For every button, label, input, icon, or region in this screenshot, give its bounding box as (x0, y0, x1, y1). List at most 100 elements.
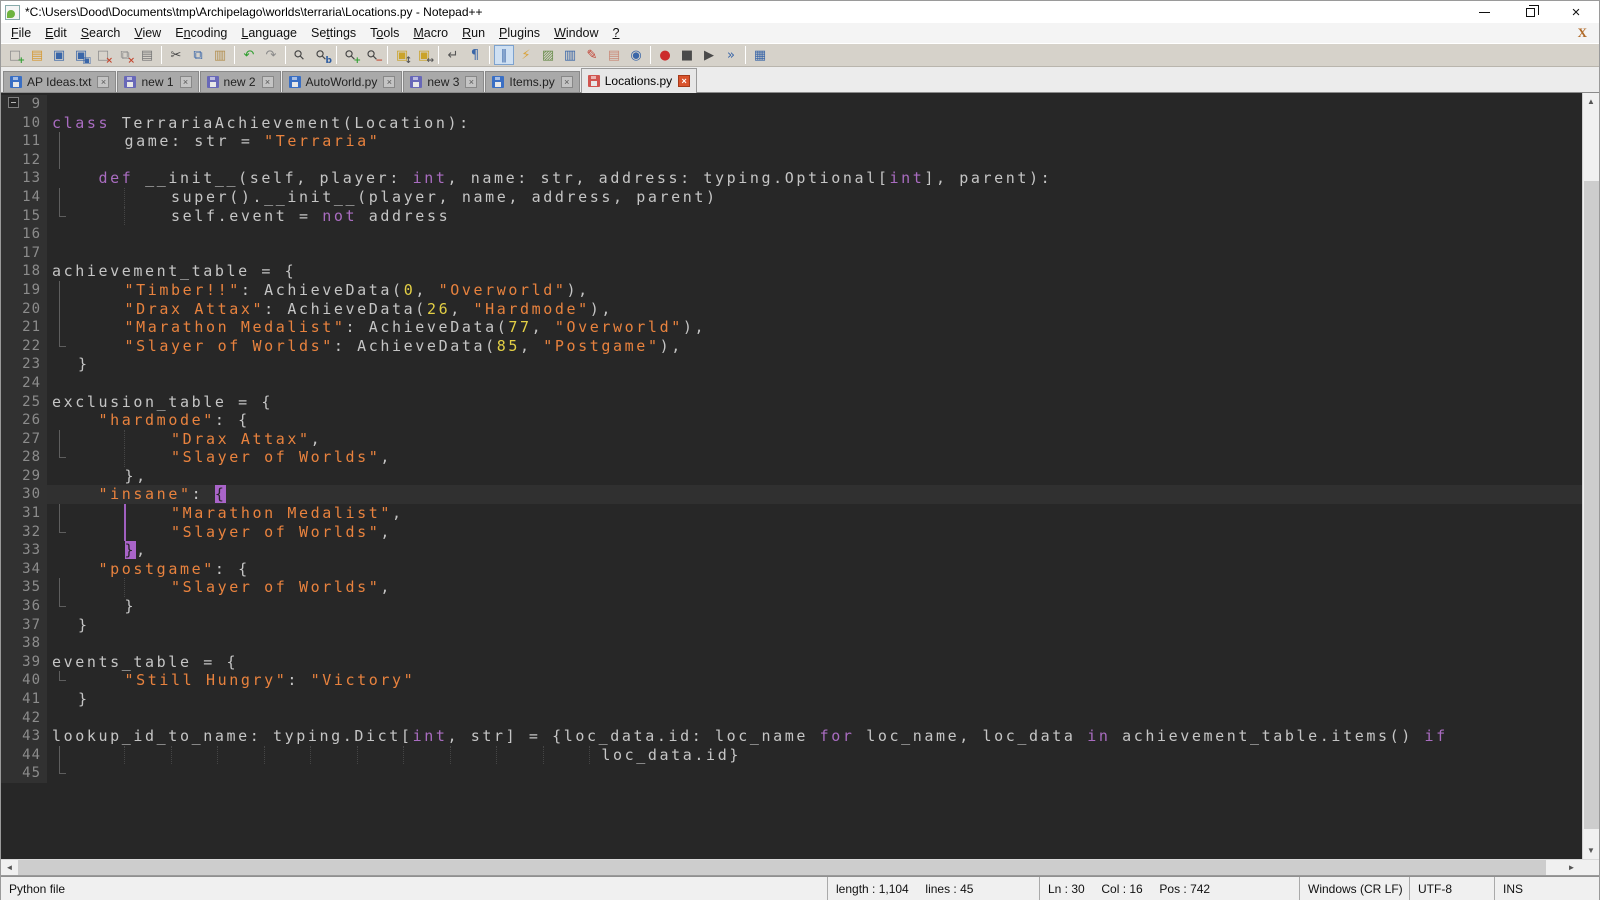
function-list-icon[interactable]: ⚡ (516, 45, 536, 65)
line-number: 38 (1, 634, 47, 653)
indent-guide-icon[interactable]: ‖ (494, 45, 514, 65)
tab-close-icon[interactable]: × (180, 76, 192, 88)
tab-close-icon[interactable]: × (678, 75, 690, 87)
tab-close-icon[interactable]: × (97, 76, 109, 88)
print-icon[interactable]: ▤ (137, 45, 157, 65)
menu-search[interactable]: Search (74, 24, 128, 42)
menu-plugins[interactable]: Plugins (492, 24, 547, 42)
sync-vertical-icon[interactable]: ▣↕ (392, 45, 412, 65)
scroll-left-arrow-icon[interactable]: ◄ (1, 860, 18, 875)
scroll-down-arrow-icon[interactable]: ▼ (1583, 842, 1599, 859)
code-line-16: 16 (1, 225, 1582, 244)
code-text (73, 764, 1582, 783)
close-doc-icon[interactable]: □× (93, 45, 113, 65)
fold-marker[interactable] (8, 97, 19, 108)
tab-new-3[interactable]: new 3× (403, 71, 484, 92)
code-line-13: 13 def __init__(self, player: int, name:… (1, 169, 1582, 188)
code-line-29: 29 }, (1, 467, 1582, 486)
new-file-icon[interactable]: □+ (5, 45, 25, 65)
menu-encoding[interactable]: Encoding (168, 24, 234, 42)
document-map-icon[interactable]: ▨ (538, 45, 558, 65)
macro-stop-icon[interactable]: ■ (677, 45, 697, 65)
fold-margin (47, 597, 73, 616)
zoom-out-icon[interactable]: ⚲− (363, 45, 383, 65)
indent-guide (589, 746, 590, 765)
tab-label: Locations.py (605, 74, 672, 88)
toolbar-separator (745, 46, 746, 64)
undo-icon[interactable]: ↶ (239, 45, 259, 65)
cut-icon[interactable]: ✂ (166, 45, 186, 65)
macro-save-icon[interactable]: ▦ (750, 45, 770, 65)
tab-items-py[interactable]: Items.py × (485, 71, 579, 92)
open-file-icon[interactable]: ▤ (27, 45, 47, 65)
tab-close-icon[interactable]: × (465, 76, 477, 88)
horizontal-scroll-thumb[interactable] (18, 860, 1546, 875)
tab-close-icon[interactable]: × (262, 76, 274, 88)
indent-guide (171, 746, 172, 765)
close-document-x-icon[interactable]: X (1578, 25, 1587, 41)
code-text: "Slayer of Worlds", (73, 578, 1582, 597)
zoom-in-icon[interactable]: ⚲+ (341, 45, 361, 65)
macro-play-icon[interactable]: ▶ (699, 45, 719, 65)
menu-run[interactable]: Run (455, 24, 492, 42)
restore-button[interactable] (1507, 1, 1553, 23)
macro-run-multiple-icon[interactable]: » (721, 45, 741, 65)
code-editor[interactable]: 910class TerrariaAchievement(Location):1… (1, 93, 1582, 859)
scroll-right-arrow-icon[interactable]: ► (1563, 860, 1580, 875)
menu-file[interactable]: File (4, 24, 38, 42)
close-all-icon[interactable]: ⧉× (115, 45, 135, 65)
copy-icon[interactable]: ⧉ (188, 45, 208, 65)
tab-locations-py[interactable]: Locations.py × (581, 68, 697, 93)
menu-window[interactable]: Window (547, 24, 605, 42)
code-line-27: 27 "Drax Attax", (1, 430, 1582, 449)
close-button[interactable]: × (1553, 1, 1599, 23)
code-text: lookup_id_to_name: typing.Dict[int, str]… (47, 727, 1582, 746)
monitoring-icon[interactable]: ◉ (626, 45, 646, 65)
paste-icon[interactable]: ▥ (210, 45, 230, 65)
code-line-21: 21 "Marathon Medalist": AchieveData(77, … (1, 318, 1582, 337)
folder-workspace-icon[interactable]: ▤ (604, 45, 624, 65)
replace-icon[interactable]: ⚲b (312, 45, 332, 65)
save-icon[interactable]: ▣ (49, 45, 69, 65)
menu-settings[interactable]: Settings (304, 24, 363, 42)
sync-horizontal-icon[interactable]: ▣↔ (414, 45, 434, 65)
word-wrap-icon[interactable]: ↵ (443, 45, 463, 65)
menu-tools[interactable]: Tools (363, 24, 406, 42)
show-all-chars-icon[interactable]: ¶ (465, 45, 485, 65)
minimize-button[interactable] (1461, 1, 1507, 23)
code-text: super().__init__(player, name, address, … (73, 188, 1582, 207)
matched-brace-highlight: { (215, 485, 227, 503)
menu-?[interactable]: ? (606, 24, 627, 42)
code-line-38: 38 (1, 634, 1582, 653)
tab-ap-ideas-txt[interactable]: AP Ideas.txt× (3, 71, 116, 92)
find-icon[interactable]: ⚲ (290, 45, 310, 65)
line-number: 24 (1, 374, 47, 393)
redo-icon[interactable]: ↷ (261, 45, 281, 65)
vertical-scroll-thumb[interactable] (1584, 181, 1599, 829)
macro-record-icon[interactable]: ● (655, 45, 675, 65)
tab-autoworld-py[interactable]: AutoWorld.py× (282, 71, 403, 92)
menu-view[interactable]: View (127, 24, 168, 42)
toolbar-separator (650, 46, 651, 64)
document-list-icon[interactable]: ▥ (560, 45, 580, 65)
indent-guide (124, 188, 125, 207)
menu-edit[interactable]: Edit (38, 24, 74, 42)
line-number: 11 (1, 132, 47, 151)
fold-margin (47, 318, 73, 337)
horizontal-scrollbar[interactable]: ◄ ► (1, 859, 1599, 876)
define-language-icon[interactable]: ✎ (582, 45, 602, 65)
tab-new-1[interactable]: new 1× (117, 71, 198, 92)
menu-language[interactable]: Language (234, 24, 304, 42)
scroll-up-arrow-icon[interactable]: ▲ (1583, 93, 1599, 110)
save-all-icon[interactable]: ▣▣ (71, 45, 91, 65)
vertical-scrollbar[interactable]: ▲ ▼ (1582, 93, 1599, 859)
code-text (73, 634, 1582, 653)
tab-close-icon[interactable]: × (383, 76, 395, 88)
code-text (73, 374, 1582, 393)
tab-new-2[interactable]: new 2× (200, 71, 281, 92)
fold-margin (47, 523, 73, 542)
tab-close-icon[interactable]: × (561, 76, 573, 88)
fold-margin (47, 225, 73, 244)
menu-macro[interactable]: Macro (406, 24, 455, 42)
tab-label: Items.py (509, 75, 554, 89)
